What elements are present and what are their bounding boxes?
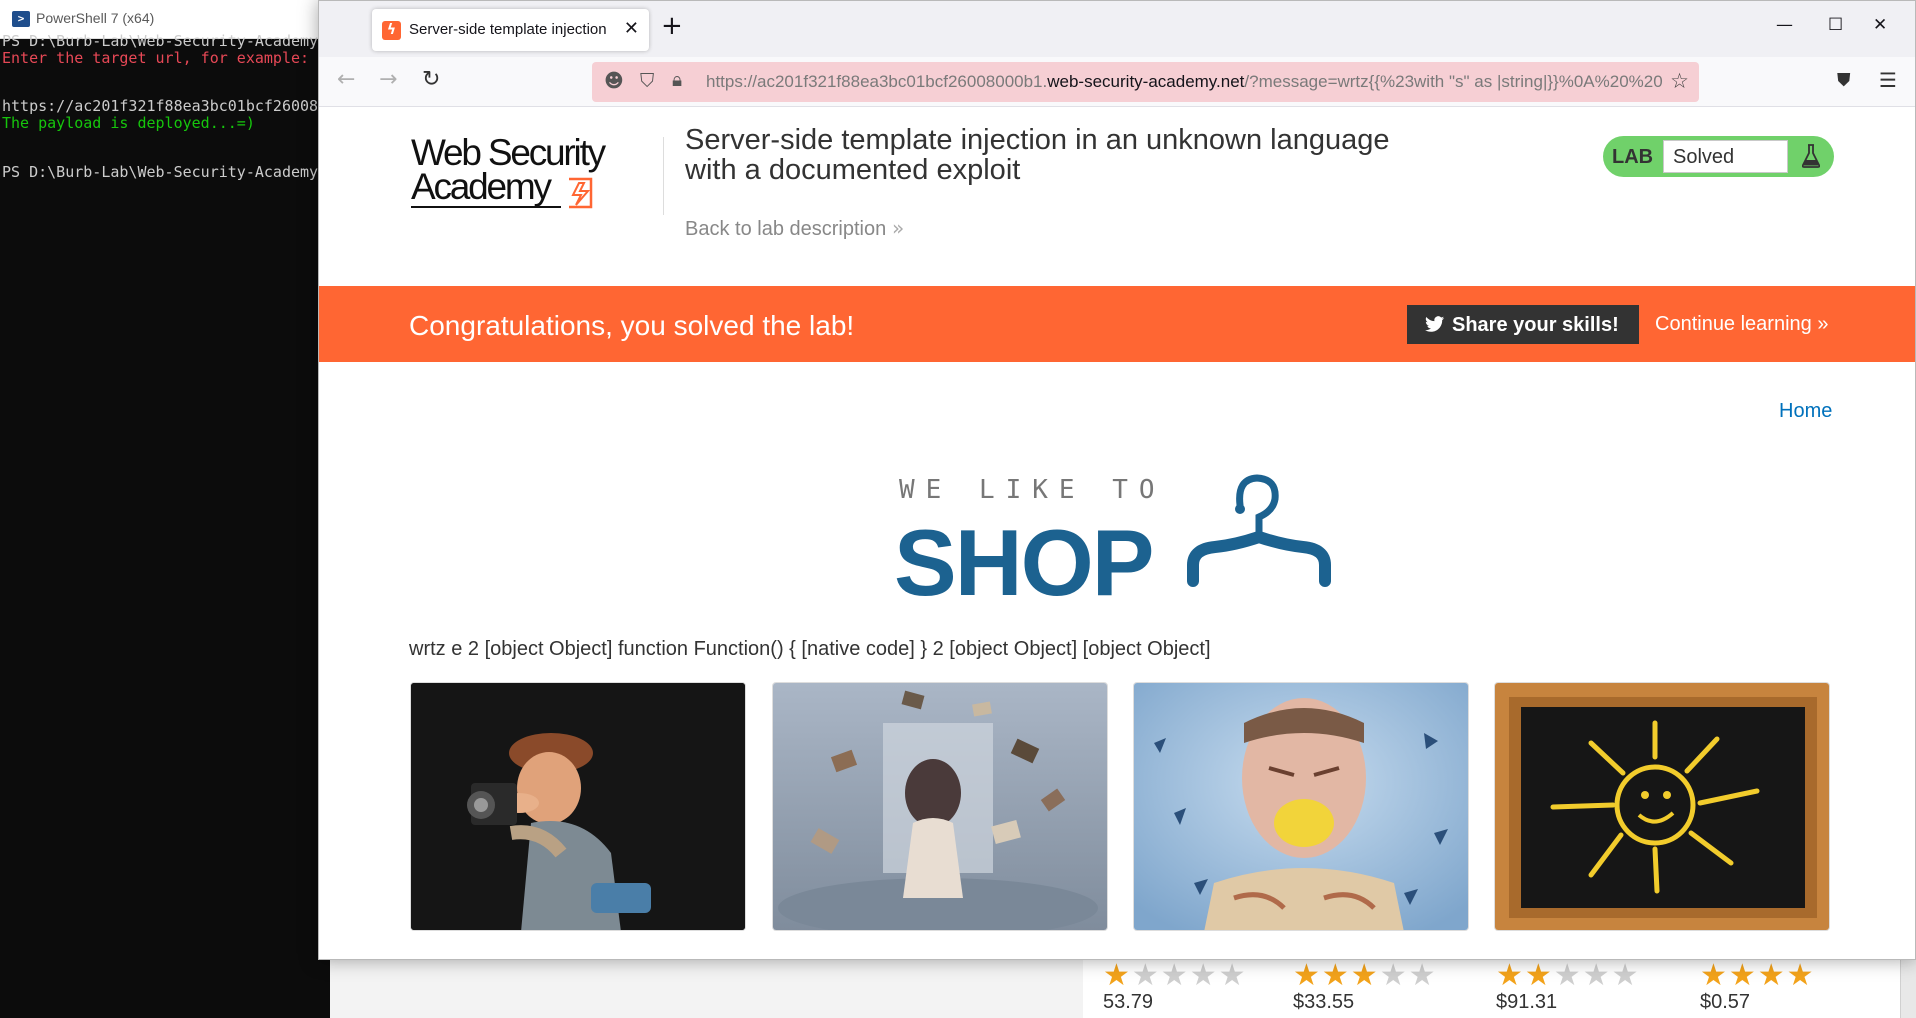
product-image-sun[interactable] (1494, 682, 1830, 931)
congratulations-banner: Congratulations, you solved the lab! Sha… (319, 286, 1915, 362)
shop-tagline: WE LIKE TO (899, 475, 1166, 505)
product-price: 53.79 (1103, 991, 1154, 1013)
lab-label: LAB (1612, 146, 1654, 168)
star-rating: ★★★★★ (1103, 958, 1248, 993)
product-price: $91.31 (1496, 991, 1558, 1013)
injected-template-output: wrtz e 2 [object Object] function Functi… (409, 638, 1211, 660)
hamburger-menu-icon[interactable]: ☰ (1879, 68, 1897, 92)
clothes-hanger-icon (1187, 474, 1331, 587)
back-arrow-icon[interactable]: ← (337, 67, 355, 93)
logo-line2: Academy (411, 166, 553, 207)
product-image-photographer[interactable] (410, 682, 746, 931)
firefox-window[interactable]: ϟ Server-side template injection in an u… (318, 0, 1916, 960)
address-bar[interactable]: ☻ ⛉ 🔒︎ https://ac201f321f88ea3bc01bcf260… (592, 62, 1699, 102)
terminal-line: PS D:\Burb-Lab\Web-Security-Academy (2, 163, 319, 181)
close-window-icon[interactable]: ✕ (1873, 15, 1887, 35)
product-image-books[interactable] (772, 682, 1108, 931)
shop-banner: WE LIKE TO SHOP (894, 467, 1349, 615)
double-chevron-icon[interactable]: » (892, 216, 904, 240)
web-security-academy-logo[interactable]: Web Security Academy (411, 133, 619, 219)
terminal-line: Enter the target url, for example: (2, 49, 310, 67)
powershell-window[interactable]: > PowerShell 7 (x64) PS D:\Burb-Lab\Web-… (0, 0, 330, 1018)
share-skills-label: Share your skills! (1452, 314, 1619, 336)
home-link[interactable]: Home (1779, 400, 1832, 423)
tab-strip: ϟ Server-side template injection in an u… (319, 1, 1915, 57)
minimize-icon[interactable]: — (1776, 15, 1793, 35)
background-shop-window[interactable]: ★★★★★ 53.79 ★★★★★ $33.55 ★★★★★ $91.31 ★★… (1083, 950, 1916, 1018)
star-rating: ★★★★ (1700, 958, 1816, 993)
man-with-lemon-image (1134, 683, 1468, 930)
terminal-line: https://ac201f321f88ea3bc01bcf26008 (2, 97, 319, 115)
navigation-toolbar: ← → ↻ ☻ ⛉ 🔒︎ https://ac201f321f88ea3bc01… (319, 57, 1915, 107)
twitter-bird-icon (1425, 316, 1445, 332)
url-prefix: https://ac201f321f88ea3bc01bcf26008000b1… (706, 72, 1048, 91)
tab-title: Server-side template injection in an unk… (409, 21, 609, 38)
browser-tab[interactable]: ϟ Server-side template injection in an u… (372, 9, 649, 51)
scrollbar[interactable] (1900, 950, 1916, 1018)
shop-word: SHOP (894, 510, 1154, 615)
lightning-favicon-icon: ϟ (382, 21, 401, 40)
chalkboard-sun-image (1495, 683, 1829, 930)
floating-books-image (773, 683, 1107, 930)
lab-status-badge: LAB Solved (1603, 136, 1834, 177)
tab-close-icon[interactable]: ✕ (624, 18, 639, 39)
product-price: $0.57 (1700, 991, 1751, 1013)
shield-icon[interactable]: ⛉ (640, 70, 654, 92)
url-path: /?message=wrtz{{%23with "s" as |string|}… (1244, 72, 1663, 91)
divider (663, 137, 664, 215)
forward-arrow-icon[interactable]: → (379, 67, 397, 93)
continue-learning-link[interactable]: Continue learning » (1655, 313, 1828, 336)
share-skills-button[interactable]: Share your skills! (1407, 305, 1639, 344)
lab-status: Solved (1663, 140, 1788, 173)
maximize-icon[interactable]: ☐ (1828, 15, 1843, 35)
powershell-icon: > (12, 11, 30, 27)
back-to-lab-description-link[interactable]: Back to lab description (685, 218, 886, 241)
pocket-icon[interactable]: ⛊ (1837, 70, 1851, 91)
url-domain: web-security-academy.net (1047, 72, 1245, 91)
reload-icon[interactable]: ↻ (422, 67, 440, 93)
star-icon[interactable]: ☆ (1670, 69, 1689, 93)
star-rating: ★★★★★ (1496, 958, 1641, 993)
page-content: Web Security Academy Server-side templat… (319, 107, 1915, 959)
photographer-figurine-image (411, 683, 745, 930)
lock-icon[interactable]: 🔒︎ (672, 69, 682, 91)
product-price: $33.55 (1293, 991, 1355, 1013)
new-tab-plus-icon[interactable]: + (661, 13, 683, 39)
star-rating: ★★★★★ (1293, 958, 1438, 993)
lab-title: Server-side template injection in an unk… (685, 124, 1390, 186)
congratulations-message: Congratulations, you solved the lab! (409, 310, 855, 341)
flask-icon (1802, 144, 1820, 168)
mask-icon[interactable]: ☻ (604, 70, 624, 92)
powershell-title: PowerShell 7 (x64) (36, 10, 155, 26)
url-text[interactable]: https://ac201f321f88ea3bc01bcf26008000b1… (706, 72, 1666, 92)
terminal-line: PS D:\Burb-Lab\Web-Security-Academy (2, 32, 319, 50)
product-image-lemon[interactable] (1133, 682, 1469, 931)
terminal-line: The payload is deployed...=) (2, 114, 255, 132)
